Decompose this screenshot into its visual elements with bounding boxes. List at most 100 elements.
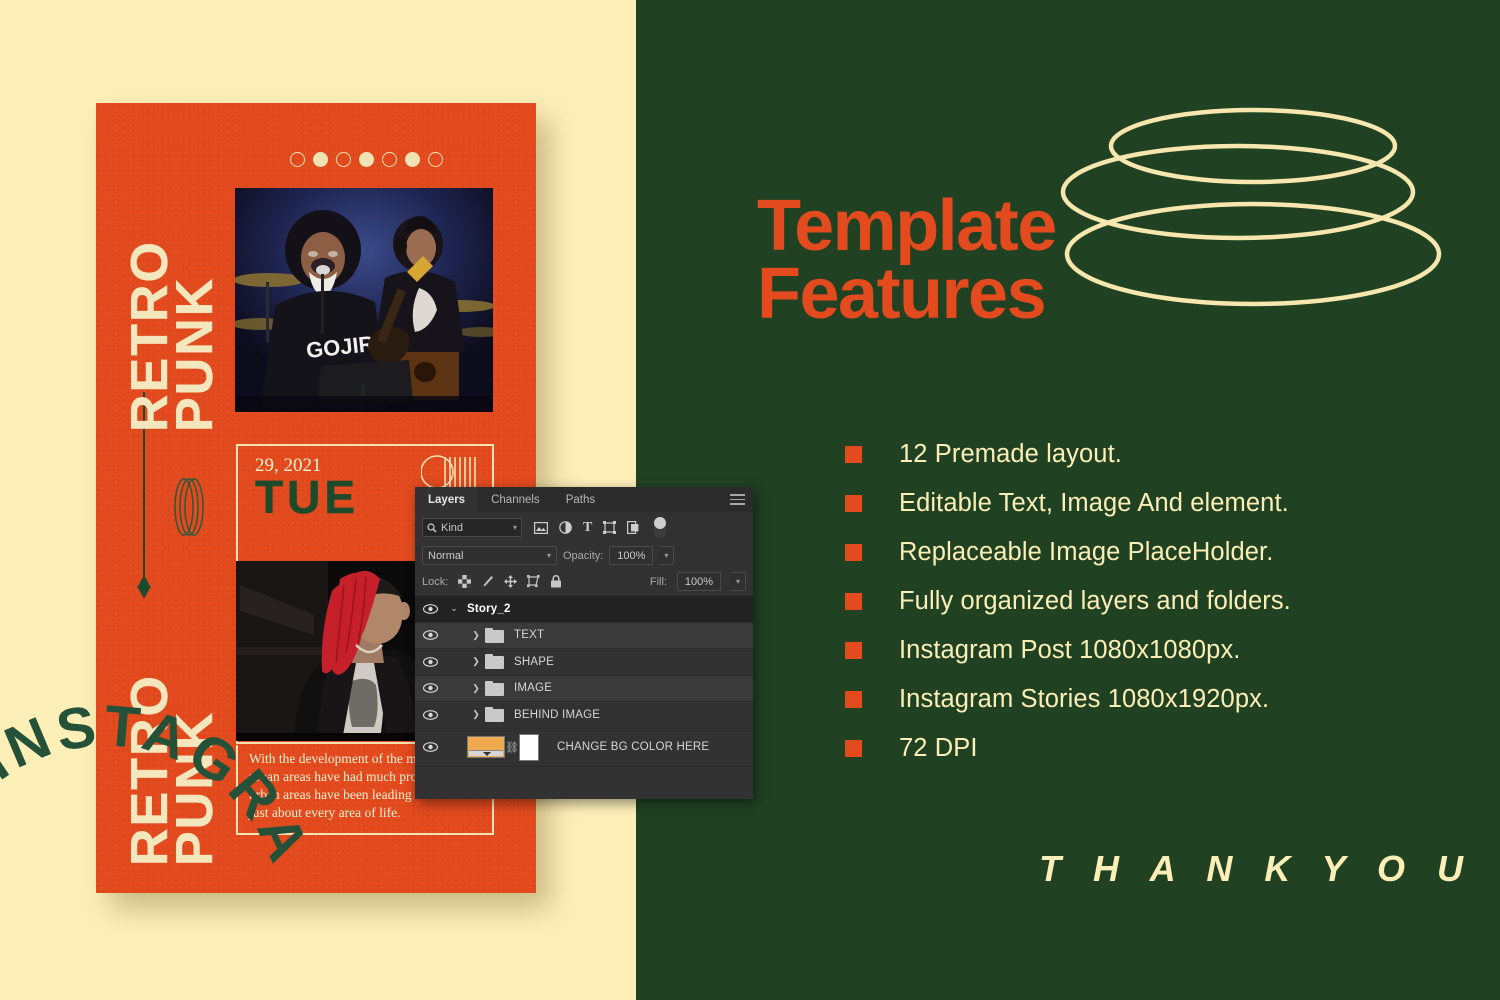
table-row[interactable]: ⛓ CHANGE BG COLOR HERE (415, 729, 753, 767)
search-icon (427, 522, 437, 532)
layer-mask-thumbnail[interactable] (519, 733, 539, 761)
feature-label: Fully organized layers and folders. (899, 587, 1291, 615)
eye-icon[interactable] (415, 742, 445, 752)
filter-icon-group: T (534, 517, 667, 538)
page-title: Template Features (757, 186, 1057, 335)
fill-input[interactable]: 100% (677, 572, 721, 591)
poster-circular-instagram-text: INSTAGRAM (0, 690, 323, 875)
list-item: Editable Text, Image And element. (845, 479, 1291, 528)
feature-label: 12 Premade layout. (899, 440, 1122, 468)
bullet-square-icon (845, 593, 862, 610)
panel-tab-bar: Layers Channels Paths (415, 487, 753, 512)
layer-name: TEXT (514, 629, 545, 642)
blend-mode-value: Normal (428, 549, 464, 562)
bullet-square-icon (845, 544, 862, 561)
image-lock-icon[interactable] (481, 575, 494, 588)
lock-row: Lock: Fill: 100% ▾ (415, 568, 753, 596)
folder-icon (485, 707, 504, 723)
table-row[interactable]: ⌄ Story_2 (415, 596, 753, 623)
poster-dot (290, 152, 305, 167)
layer-name: Story_2 (467, 602, 511, 615)
chevron-right-icon[interactable]: ❯ (467, 709, 485, 720)
fill-label: Fill: (649, 575, 667, 588)
table-row[interactable]: ❯ TEXT (415, 622, 753, 649)
smart-object-filter-icon[interactable] (627, 521, 639, 534)
bullet-square-icon (845, 691, 862, 708)
chevron-right-icon[interactable]: ❯ (467, 656, 485, 667)
tab-channels[interactable]: Channels (478, 487, 553, 512)
poster-dot (313, 152, 328, 167)
transparency-lock-icon[interactable] (458, 575, 472, 588)
blend-mode-dropdown[interactable]: Normal ▾ (422, 546, 557, 565)
layer-name: IMAGE (514, 682, 553, 695)
shape-filter-icon[interactable] (603, 521, 617, 534)
list-item: Replaceable Image PlaceHolder. (845, 528, 1291, 577)
artboard-lock-icon[interactable] (527, 575, 540, 588)
all-lock-icon[interactable] (550, 575, 562, 588)
poster-title-line-punk: PUNK (165, 276, 224, 432)
folder-icon (485, 654, 504, 670)
link-mask-icon[interactable]: ⛓ (505, 741, 519, 754)
coil-ellipse-decoration-icon (1060, 107, 1442, 307)
screenshot-canvas: RETRO PUNK RETRO PUNK GOJIRA 29, 2021 TU… (0, 0, 1500, 1000)
layer-name: CHANGE BG COLOR HERE (557, 741, 710, 753)
feature-label: Instagram Stories 1080x1920px. (899, 685, 1270, 713)
eye-icon[interactable] (415, 683, 445, 694)
layer-thumbnail[interactable] (467, 736, 505, 758)
feature-label: Editable Text, Image And element. (899, 489, 1289, 517)
fill-stepper[interactable]: ▾ (731, 572, 746, 591)
poster-date-decoration-icon (421, 455, 476, 489)
table-row[interactable]: ❯ BEHIND IMAGE (415, 702, 753, 729)
chevron-right-icon[interactable]: ❯ (467, 630, 485, 641)
title-line-2: Features (757, 254, 1047, 335)
layer-list: ⌄ Story_2 ❯ TEXT ❯ SHAPE ❯ IMAGE ❯ BEHIN… (415, 596, 753, 767)
eye-icon[interactable] (415, 709, 445, 720)
table-row[interactable]: ❯ SHAPE (415, 649, 753, 676)
circular-text-instagram: INSTAGRAM (0, 690, 323, 875)
opacity-label: Opacity: (563, 549, 604, 562)
list-item: 12 Premade layout. (845, 430, 1291, 479)
image-filter-icon[interactable] (534, 521, 548, 534)
chevron-right-icon[interactable]: ❯ (467, 683, 485, 694)
poster-dot (336, 152, 351, 167)
lock-label: Lock: (422, 575, 449, 588)
filter-enable-toggle[interactable] (654, 517, 667, 538)
list-item: 72 DPI (845, 724, 1291, 773)
adjustment-filter-icon[interactable] (559, 521, 572, 534)
title-line-1: Template (757, 186, 1057, 266)
bullet-square-icon (845, 446, 862, 463)
position-lock-icon[interactable] (504, 575, 518, 588)
filter-kind-dropdown[interactable]: Kind ▾ (422, 518, 522, 537)
eye-icon[interactable] (415, 603, 445, 614)
bullet-square-icon (845, 495, 862, 512)
list-item: Instagram Stories 1080x1920px. (845, 675, 1291, 724)
feature-label: 72 DPI (899, 734, 978, 762)
poster-date-day: TUE (255, 471, 359, 524)
feature-list: 12 Premade layout. Editable Text, Image … (845, 430, 1291, 773)
tab-paths[interactable]: Paths (553, 487, 608, 512)
poster-vertical-title-top: RETRO PUNK (121, 240, 224, 432)
eye-icon[interactable] (415, 656, 445, 667)
poster-dot (359, 152, 374, 167)
hamburger-icon[interactable] (730, 494, 745, 505)
chevron-down-icon: ▾ (512, 523, 517, 532)
tab-layers[interactable]: Layers (415, 487, 479, 512)
eye-icon[interactable] (415, 630, 445, 641)
chevron-down-icon[interactable]: ⌄ (445, 603, 463, 614)
opacity-stepper[interactable]: ▾ (659, 546, 675, 565)
blend-mode-row: Normal ▾ Opacity: 100% ▾ (415, 543, 753, 568)
list-item: Instagram Post 1080x1080px. (845, 626, 1291, 675)
table-row[interactable]: ❯ IMAGE (415, 675, 753, 702)
layer-name: SHAPE (514, 655, 554, 668)
poster-dot (382, 152, 397, 167)
poster-dot (428, 152, 443, 167)
photoshop-layers-panel: Layers Channels Paths Kind ▾ T Normal ▾ … (415, 487, 753, 799)
thank-you-text: T H A N K Y O U (1039, 848, 1475, 889)
layer-filter-row: Kind ▾ T (415, 512, 753, 543)
feature-label: Instagram Post 1080x1080px. (899, 636, 1241, 664)
bullet-square-icon (845, 642, 862, 659)
type-filter-icon[interactable]: T (583, 520, 592, 535)
opacity-input[interactable]: 100% (609, 546, 654, 565)
folder-icon (485, 627, 504, 643)
poster-dot-row (290, 152, 443, 167)
